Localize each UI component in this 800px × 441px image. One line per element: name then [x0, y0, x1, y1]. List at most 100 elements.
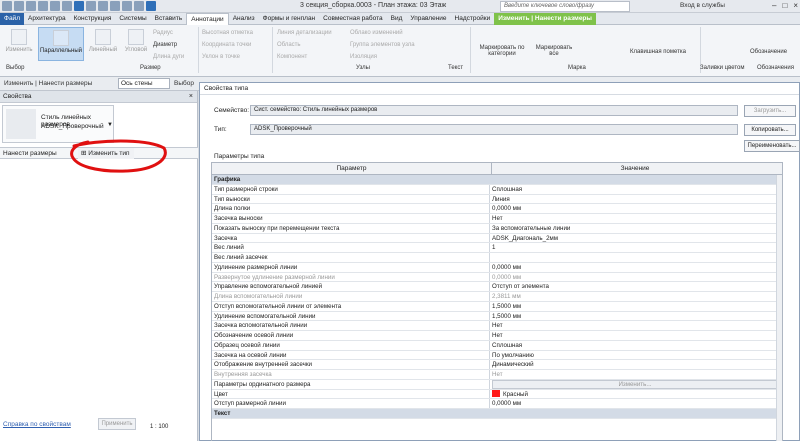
type-select[interactable]: ADSK_Проверочный [250, 124, 738, 135]
parameter-value[interactable]: За вспомогательные линии [490, 224, 778, 233]
parameter-value[interactable]: Сплошная [490, 185, 778, 194]
parameter-value[interactable] [490, 253, 778, 262]
close-icon[interactable]: × [793, 1, 798, 10]
component-button[interactable]: Компонент [277, 54, 307, 60]
parameter-value[interactable]: 0,0000 мм [490, 273, 778, 282]
radius-button[interactable]: Радиус [153, 30, 173, 36]
chevron-down-icon[interactable]: ▼ [107, 122, 113, 128]
table-row[interactable]: Развернутое удлинение размерной линии 0,0… [212, 272, 782, 283]
tab-view[interactable]: Вид [387, 13, 407, 25]
save-icon[interactable] [14, 1, 24, 11]
parameter-value[interactable]: 1,5000 мм [490, 302, 778, 311]
panel-select-label[interactable]: Выбор [6, 65, 24, 71]
quick-access-toolbar[interactable] [0, 1, 156, 12]
sign-in-link[interactable]: Вход в службы [680, 2, 725, 9]
edit-type-button[interactable]: ⊞ Изменить тип [78, 148, 134, 159]
parameter-value[interactable]: 0,0000 мм [490, 399, 778, 408]
table-row[interactable]: Удлинение вспомогательной линии 1,5000 мм [212, 311, 782, 322]
parameter-value[interactable]: 1,5000 мм [490, 312, 778, 321]
table-row[interactable]: Отображение внутренней засечки Динамическ… [212, 360, 782, 370]
parameter-value[interactable]: 0,0000 мм [490, 204, 778, 213]
view-scale[interactable]: 1 : 100 [150, 424, 168, 430]
modify-button[interactable]: Изменить [2, 27, 36, 53]
table-row[interactable]: Показать выноску при перемещении текста З… [212, 223, 782, 234]
placement-select[interactable]: Ось стены [118, 78, 170, 89]
table-row[interactable]: Тип размерной строки Сплошная [212, 184, 782, 195]
parameter-value[interactable]: Нет [490, 331, 778, 340]
table-row[interactable]: Управление вспомогательной линией Отступ … [212, 282, 782, 292]
table-scrollbar[interactable] [776, 175, 782, 441]
parameter-value[interactable]: Линия [490, 195, 778, 204]
table-row[interactable]: Вес линий засечек [212, 253, 782, 263]
table-row[interactable]: Вес линий 1 [212, 243, 782, 253]
table-row[interactable]: Параметры ординатного размера Изменить... [212, 379, 782, 390]
tab-manage[interactable]: Управление [406, 13, 450, 25]
tab-annotate[interactable]: Аннотации [186, 12, 229, 25]
tag-by-category-button[interactable]: Маркировать по категории [474, 45, 530, 57]
section-icon[interactable] [110, 1, 120, 11]
color-swatch-icon[interactable] [492, 390, 500, 398]
text-icon[interactable] [86, 1, 96, 11]
column-header-value[interactable]: Значение [492, 163, 778, 174]
tab-massing[interactable]: Формы и генплан [259, 13, 320, 25]
maximize-icon[interactable]: □ [782, 1, 787, 10]
keynote-button[interactable]: Клавишная пометка [630, 49, 686, 55]
table-row[interactable]: Засечка на осевой линии По умолчанию [212, 350, 782, 361]
thin-lines-icon[interactable] [122, 1, 132, 11]
detail-line-button[interactable]: Линия детализации [277, 30, 332, 36]
tab-collaborate[interactable]: Совместная работа [319, 13, 386, 25]
table-row[interactable]: Длина вспомогательной линии 2,3811 мм [212, 292, 782, 302]
sync-icon[interactable] [26, 1, 36, 11]
close-hidden-icon[interactable] [134, 1, 144, 11]
parameter-value[interactable]: Динамический [490, 360, 778, 369]
parameter-value[interactable]: Сплошная [490, 341, 778, 350]
close-icon[interactable]: × [189, 93, 193, 100]
table-group-row[interactable]: Графика [212, 175, 782, 185]
tab-modify-dimensions[interactable]: Изменить | Нанести размеры [494, 12, 596, 25]
3d-view-icon[interactable] [98, 1, 108, 11]
table-row[interactable]: Отступ размерной линии 0,0000 мм [212, 399, 782, 409]
table-row[interactable]: Длина полки 0,0000 мм [212, 204, 782, 214]
table-row[interactable]: Обозначение осевой линии Нет [212, 331, 782, 341]
arc-length-button[interactable]: Длина дуги [153, 54, 184, 60]
parameter-value[interactable]: Изменить... [490, 379, 778, 389]
parameter-value[interactable]: Нет [490, 321, 778, 330]
parameter-value[interactable]: Отступ от элемента [490, 282, 778, 291]
table-row[interactable]: Засечка ADSK_Диагональ_2мм [212, 233, 782, 244]
minimize-icon[interactable]: – [772, 1, 776, 10]
table-row[interactable]: Тип выноски Линия [212, 194, 782, 205]
family-select[interactable]: Сист. семейство: Стиль линейных размеров [250, 105, 738, 116]
parameter-value[interactable]: 2,3811 мм [490, 292, 778, 301]
edit-button[interactable]: Изменить... [492, 379, 778, 389]
parameter-value[interactable]: 1 [490, 243, 778, 252]
type-selector[interactable]: Стиль линейных размеров ADSK_Проверочный… [2, 105, 114, 143]
search-input[interactable]: Введите ключевое слово/фразу [500, 1, 630, 12]
diameter-button[interactable]: Диаметр [153, 42, 177, 48]
tab-insert[interactable]: Вставить [151, 13, 187, 25]
redo-icon[interactable] [50, 1, 60, 11]
linear-dimension-button[interactable]: Линейный [86, 27, 120, 53]
switch-windows-icon[interactable] [146, 1, 156, 11]
apply-button[interactable]: Применить [98, 418, 136, 430]
table-row[interactable]: Удлинение размерной линии 0,0000 мм [212, 262, 782, 273]
parameter-value[interactable]: По умолчанию [490, 351, 778, 360]
table-row[interactable]: Образец осевой линии Сплошная [212, 340, 782, 351]
tab-structure[interactable]: Конструкция [70, 13, 116, 25]
panel-text-label[interactable]: Текст [448, 65, 463, 71]
insulation-button[interactable]: Изоляция [350, 54, 377, 60]
tab-file[interactable]: Файл [0, 12, 24, 25]
dimension-icon[interactable] [74, 1, 84, 11]
parameter-value[interactable]: Нет [490, 370, 778, 379]
table-row[interactable]: Засечка выноски Нет [212, 214, 782, 224]
tab-systems[interactable]: Системы [115, 13, 150, 25]
panel-dimension-label[interactable]: Размер [140, 65, 161, 71]
load-button[interactable]: Загрузить... [744, 105, 796, 117]
undo-icon[interactable] [38, 1, 48, 11]
column-header-parameter[interactable]: Параметр [212, 163, 492, 174]
spot-slope-button[interactable]: Уклон в точке [202, 54, 240, 60]
region-button[interactable]: Область [277, 42, 301, 48]
tab-addins[interactable]: Надстройки [451, 13, 495, 25]
properties-help-link[interactable]: Справка по свойствам [3, 421, 71, 428]
table-row[interactable]: Отступ вспомогательной линии от элемента… [212, 301, 782, 312]
panel-tag-label[interactable]: Марка [568, 65, 586, 71]
